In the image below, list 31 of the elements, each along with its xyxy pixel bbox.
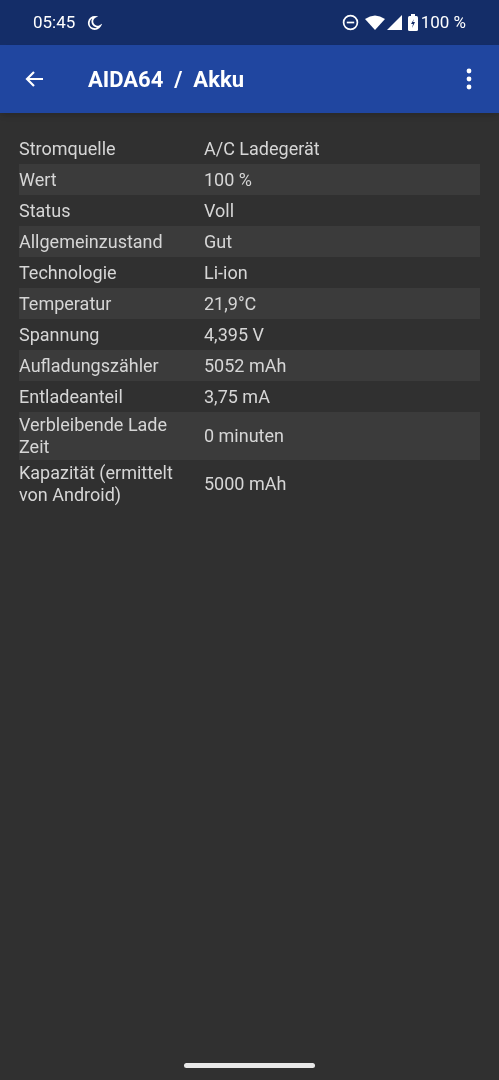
do-not-disturb-icon (341, 14, 359, 31)
row-value: A/C Ladegerät (204, 137, 320, 160)
row-label: Status (19, 199, 72, 222)
battery-icon (407, 14, 418, 31)
row-label: Stromquelle (19, 137, 117, 160)
battery-percentage: 100 % (420, 10, 466, 34)
row-label: Spannung (19, 323, 101, 346)
wifi-icon (364, 14, 385, 31)
clock: 05:45 (33, 10, 76, 34)
row-label: Entladeanteil (19, 385, 124, 408)
row-value: Gut (204, 230, 233, 253)
row-label: Wert (19, 168, 58, 191)
row-value: 0 minuten (204, 425, 284, 447)
row-label: Verbleibende Lade Zeit (19, 414, 169, 458)
row-value: 5000 mAh (204, 473, 287, 495)
row-label: Kapazität (ermittelt von Android) (19, 462, 174, 506)
row-value: 5052 mAh (204, 354, 287, 377)
row-value: 3,75 mA (204, 385, 270, 408)
more-options-icon (466, 68, 472, 90)
row-value: Voll (204, 199, 235, 222)
row-value: 4,395 V (204, 323, 264, 346)
row-label: Aufladungszähler (19, 354, 160, 377)
row-value: 100 % (204, 168, 252, 191)
row-label: Technologie (19, 261, 118, 284)
app-title: AIDA64 / Akku (88, 65, 244, 94)
row-value: Li-ion (204, 261, 248, 284)
row-value: 21,9°C (204, 292, 257, 315)
row-label: Allgemeinzustand (19, 230, 164, 253)
signal-icon (386, 15, 402, 30)
moon-icon (86, 14, 103, 31)
row-label: Temperatur (19, 292, 113, 315)
